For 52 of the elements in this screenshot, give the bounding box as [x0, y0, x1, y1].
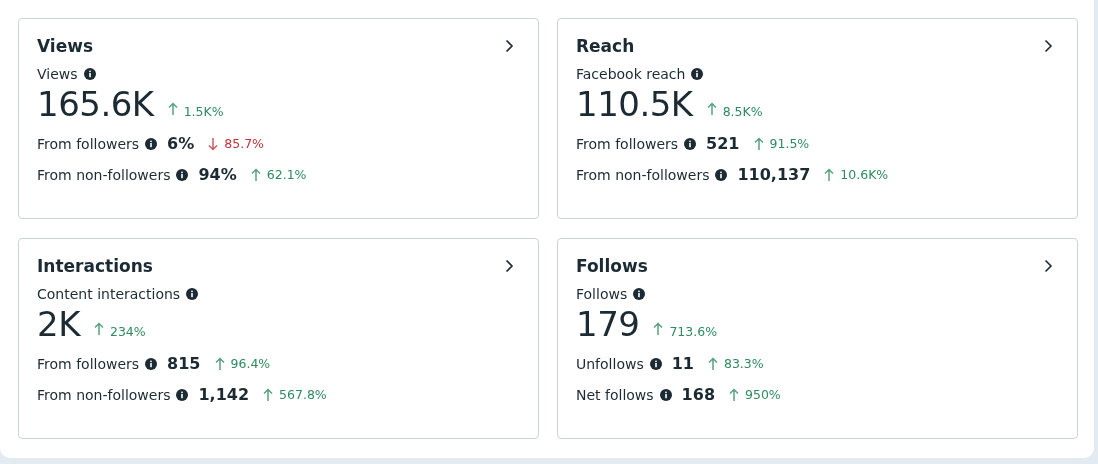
breakdown-value: 168	[681, 385, 715, 404]
change-text: 950%	[745, 387, 781, 402]
card-title: Views	[37, 36, 94, 56]
metric-label: Facebook reach	[576, 66, 686, 82]
change-text: 85.7%	[224, 136, 264, 151]
card-title: Interactions	[37, 256, 153, 276]
metric-label: Content interactions	[37, 286, 181, 302]
breakdown-label: From followers	[37, 355, 140, 372]
change-text: 83.3%	[723, 356, 764, 371]
info-icon[interactable]	[659, 388, 672, 401]
breakdown-value: 521	[706, 134, 740, 153]
breakdown-label: From followers	[37, 135, 140, 152]
breakdown-value: 1,142	[198, 385, 250, 404]
change-text: 567.8%	[279, 387, 327, 402]
info-icon[interactable]	[649, 357, 662, 370]
breakdown-label: Unfollows	[576, 355, 644, 372]
change-text: 8.5K%	[722, 104, 763, 119]
metric-label: Follows	[576, 286, 628, 302]
breakdown-label: From followers	[576, 135, 679, 152]
breakdown-value: 94%	[198, 165, 237, 184]
metric-value: 2K	[37, 304, 80, 344]
info-icon[interactable]	[633, 288, 646, 300]
info-icon[interactable]	[715, 168, 728, 181]
info-icon[interactable]	[176, 168, 189, 181]
breakdown-label: From non-followers	[576, 166, 710, 183]
change-text: 713.6%	[669, 324, 718, 339]
breakdown-value: 11	[671, 354, 694, 373]
breakdown-value: 6%	[167, 134, 195, 153]
info-icon[interactable]	[691, 68, 704, 80]
metric-label: Views	[37, 66, 78, 82]
change-text: 91.5%	[769, 136, 810, 151]
card-title: Reach	[576, 36, 635, 56]
info-icon[interactable]	[145, 357, 158, 370]
change-text: 10.6K%	[840, 167, 889, 182]
breakdown-label: Net follows	[576, 386, 654, 403]
change-text: 62.1%	[266, 167, 307, 182]
metric-value: 179	[576, 304, 640, 344]
info-icon[interactable]	[83, 68, 96, 80]
card-title: Follows	[576, 256, 648, 276]
info-icon[interactable]	[176, 388, 189, 401]
change-text: 234%	[109, 324, 146, 339]
info-icon[interactable]	[186, 288, 199, 300]
breakdown-label: From non-followers	[37, 166, 171, 183]
metric-value: 165.6K	[37, 84, 154, 124]
breakdown-label: From non-followers	[37, 386, 171, 403]
change-text: 1.5K%	[183, 104, 224, 119]
metric-value: 110.5K	[576, 84, 693, 124]
info-icon[interactable]	[684, 137, 697, 150]
change-text: 96.4%	[230, 356, 271, 371]
breakdown-value: 110,137	[737, 165, 811, 184]
breakdown-value: 815	[167, 354, 201, 373]
info-icon[interactable]	[145, 137, 158, 150]
